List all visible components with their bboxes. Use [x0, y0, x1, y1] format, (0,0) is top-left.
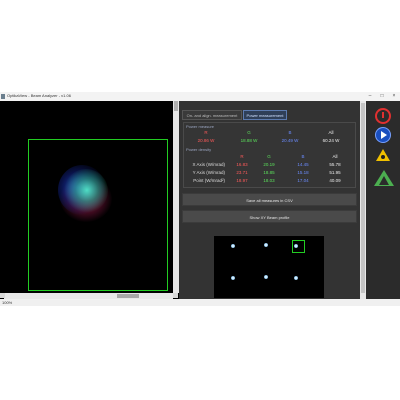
beam-dot	[264, 275, 268, 279]
density-row-label: Y Axis (W/mrad)	[192, 170, 225, 175]
density-cell: 18.03	[263, 178, 275, 183]
density-header-b: B	[301, 154, 305, 159]
tab-power-measurement[interactable]: Power measurement	[243, 110, 287, 120]
tab-alignment-measurement[interactable]: On- and align. measurement	[182, 110, 242, 120]
power-value-b: 20.49 W	[281, 138, 299, 143]
power-header-r: R	[204, 130, 208, 135]
beam-image-viewer[interactable]	[0, 101, 179, 299]
power-measure-section-label: Power measure	[186, 124, 215, 129]
app-logo-icon	[374, 170, 394, 186]
density-cell: 55.78	[329, 162, 341, 167]
power-value-all: 60.24 W	[322, 138, 340, 143]
power-density-section-label: Power density	[186, 147, 212, 152]
density-row-label: X Axis (W/mrad)	[192, 162, 225, 167]
power-header-all: All	[328, 130, 334, 135]
panel-scroll-thumb[interactable]	[361, 103, 365, 293]
density-cell: 23.71	[236, 170, 248, 175]
power-value-g: 18.88 W	[240, 138, 258, 143]
density-header-g: G	[267, 154, 271, 159]
density-cell: 18.97	[236, 178, 248, 183]
zoom-level: 100%	[2, 300, 13, 305]
density-header-all: All	[332, 154, 338, 159]
density-header-r: R	[240, 154, 244, 159]
power-header-b: B	[288, 130, 292, 135]
density-cell: 20.19	[263, 162, 275, 167]
density-cell: 51.95	[329, 170, 341, 175]
density-cell: 17.04	[297, 178, 309, 183]
beam-profile-thumbnail[interactable]	[214, 236, 324, 298]
density-cell: 15.18	[297, 170, 309, 175]
density-cell: 18.85	[263, 170, 275, 175]
beam-dot	[294, 276, 298, 280]
beam-spot-green	[64, 169, 108, 213]
thumbnail-selection-box[interactable]	[292, 240, 305, 253]
beam-dot	[231, 276, 235, 280]
power-icon[interactable]	[375, 108, 391, 124]
viewer-vertical-scroll-thumb[interactable]	[174, 101, 178, 111]
power-value-r: 20.86 W	[197, 138, 215, 143]
beam-dot	[264, 243, 268, 247]
show-xy-profile-button[interactable]: Show XY Beam profile	[182, 210, 357, 223]
density-cell: 14.45	[297, 162, 309, 167]
save-csv-button[interactable]: Save all measures in CSV	[182, 193, 357, 206]
density-row-label: Point (W/mrad²)	[193, 178, 225, 183]
beam-dot	[231, 244, 235, 248]
status-bar: 100%	[0, 299, 400, 306]
play-icon[interactable]	[375, 127, 391, 143]
density-cell: 40.09	[329, 178, 341, 183]
power-header-g: G	[247, 130, 251, 135]
density-cell: 16.83	[236, 162, 248, 167]
scroll-corner-right	[173, 293, 178, 298]
viewer-horizontal-scroll-thumb[interactable]	[117, 294, 139, 298]
scroll-corner-left	[0, 293, 5, 298]
laser-warning-icon-core	[381, 155, 385, 159]
tab-bar: On- and align. measurement Power measure…	[179, 110, 360, 122]
